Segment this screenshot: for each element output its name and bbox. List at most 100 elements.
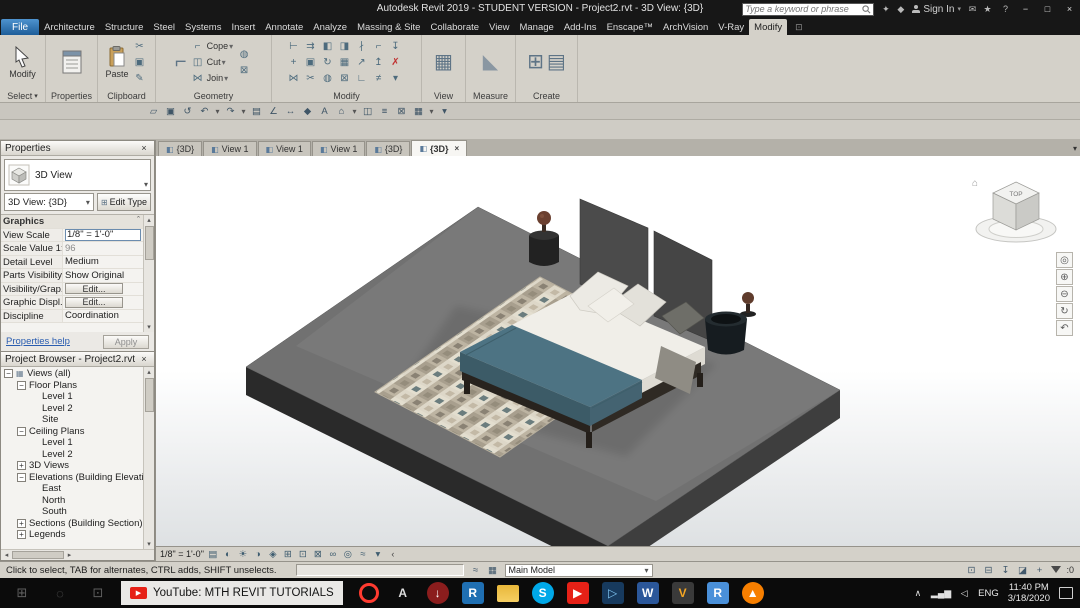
minimize-button[interactable]: −: [1017, 2, 1034, 16]
tag-by-category-icon[interactable]: ◆: [300, 104, 315, 118]
exchange-apps-icon[interactable]: ◆: [894, 3, 907, 16]
instance-selector[interactable]: 3D View: {3D} ▾: [4, 193, 94, 211]
redo-icon[interactable]: ↷: [223, 104, 238, 118]
side-vase[interactable]: [740, 292, 756, 317]
browser-scrollbar[interactable]: ▴ ▾: [143, 367, 154, 549]
pan-left-icon[interactable]: ‹: [387, 549, 399, 559]
downloader-icon[interactable]: ↓: [426, 582, 449, 604]
ribbon-tab-architecture[interactable]: Architecture: [39, 19, 100, 35]
skype-icon[interactable]: S: [531, 582, 554, 604]
word-icon[interactable]: W: [636, 582, 659, 604]
reveal-hidden-elements-icon[interactable]: ◎: [341, 548, 355, 561]
vlc-icon[interactable]: ▲: [741, 582, 764, 604]
navigation-wheel-icon[interactable]: ◎: [1056, 252, 1073, 268]
cut-to-clipboard-icon[interactable]: ✂: [132, 39, 148, 54]
open-icon[interactable]: ▱: [146, 104, 161, 118]
sun-path-icon[interactable]: ☀: [236, 548, 250, 561]
detail-level-icon[interactable]: ▤: [206, 548, 220, 561]
save-icon[interactable]: ▣: [163, 104, 178, 118]
opera-icon[interactable]: [358, 583, 379, 603]
tree-expander-icon[interactable]: +: [17, 518, 26, 528]
view-tools-icon[interactable]: ▦: [434, 51, 453, 73]
scroll-left-icon[interactable]: ◂: [1, 551, 12, 559]
create-similar-icon[interactable]: ▤: [547, 51, 566, 73]
redo-icon-caret[interactable]: ▾: [240, 104, 247, 118]
ribbon-tab-enscape[interactable]: Enscape™: [602, 19, 658, 35]
text-icon[interactable]: A: [317, 104, 332, 118]
taskbar-clock[interactable]: 11:40 PM 3/18/2020: [1008, 582, 1050, 604]
ribbon-tab-massing-site[interactable]: Massing & Site: [352, 19, 425, 35]
measure-icon[interactable]: ∠: [266, 104, 281, 118]
ribbon-tab-analyze[interactable]: Analyze: [308, 19, 352, 35]
tree-item-east-10[interactable]: East: [1, 483, 143, 495]
taskbar-window-button[interactable]: ▶ YouTube: MTH REVIT TUTORIALS: [121, 581, 343, 605]
zoom-out-icon[interactable]: ⊖: [1056, 286, 1073, 302]
worksharing-display-icon[interactable]: ≈: [356, 548, 370, 561]
scroll-down-icon[interactable]: ▾: [144, 539, 154, 549]
beam-coping-icon[interactable]: ≠: [371, 71, 387, 86]
youtube-icon[interactable]: ▶: [566, 582, 589, 604]
rotate-icon[interactable]: ↻: [320, 55, 336, 70]
volume-icon[interactable]: ◁: [959, 588, 969, 599]
vray-icon[interactable]: V: [671, 582, 694, 604]
paste-button[interactable]: Paste: [105, 45, 129, 79]
lock-3d-view-icon[interactable]: ⊠: [311, 548, 325, 561]
ribbon-tab-archvision[interactable]: ArchVision: [658, 19, 713, 35]
ribbon-tab-insert[interactable]: Insert: [226, 19, 260, 35]
scrollbar-thumb[interactable]: [144, 226, 154, 260]
properties-button[interactable]: [60, 49, 84, 75]
ribbon-tab-modify[interactable]: Modify: [749, 19, 788, 35]
aligned-dimension-icon[interactable]: ↔: [283, 104, 298, 118]
cope-button[interactable]: ⌐ Cope ▾: [190, 39, 233, 54]
array-icon[interactable]: ▦: [337, 55, 353, 70]
communication-center-icon[interactable]: ✉: [966, 3, 979, 16]
viewcube-top-label[interactable]: TOP: [1009, 191, 1022, 198]
cope-big-icon[interactable]: ⌐: [175, 51, 187, 73]
3d-scene[interactable]: [156, 156, 1080, 546]
project-browser-header[interactable]: Project Browser - Project2.rvt ×: [1, 352, 154, 367]
visual-style-icon[interactable]: ◐: [221, 548, 235, 561]
selection-filter-icon[interactable]: [1051, 565, 1062, 573]
tree-expander-icon[interactable]: −: [4, 369, 13, 379]
network-icon[interactable]: ▂▄▆: [931, 588, 951, 599]
view-cube[interactable]: ⌂ TOP: [968, 172, 1064, 250]
undo-icon[interactable]: ↶: [197, 104, 212, 118]
planter-pot[interactable]: [705, 311, 747, 355]
maximize-button[interactable]: □: [1039, 2, 1056, 16]
graphics-section-row[interactable]: Graphics ˆ: [1, 215, 143, 229]
switch-windows-icon[interactable]: ▦: [411, 104, 426, 118]
ribbon-tab-annotate[interactable]: Annotate: [260, 19, 308, 35]
tree-item-level-1-6[interactable]: Level 1: [1, 437, 143, 449]
undo-icon-caret[interactable]: ▾: [214, 104, 221, 118]
edit-type-button[interactable]: ⊞ Edit Type: [96, 193, 151, 211]
copy-to-clipboard-icon[interactable]: ▣: [132, 55, 148, 70]
trim-extend-icon[interactable]: ⌐: [371, 39, 387, 54]
shadows-icon[interactable]: ◑: [251, 548, 265, 561]
ribbon-tab-v-ray[interactable]: V-Ray: [713, 19, 749, 35]
orbit-icon[interactable]: ↻: [1056, 303, 1073, 319]
join-button-caret-icon[interactable]: ▾: [224, 74, 228, 83]
help-icon[interactable]: ?: [999, 3, 1012, 16]
move-icon[interactable]: +: [286, 55, 302, 70]
property-value[interactable]: Show Original: [63, 269, 143, 282]
property-value[interactable]: Edit...: [63, 283, 143, 296]
select-panel-label[interactable]: Select ▾: [0, 89, 45, 102]
create-group-icon[interactable]: ⊞: [527, 51, 544, 73]
render-icon[interactable]: ◈: [266, 548, 280, 561]
file-tab[interactable]: File: [1, 19, 40, 35]
edit-button[interactable]: Edit...: [65, 283, 123, 295]
tree-item-legends-14[interactable]: + Legends: [1, 529, 143, 541]
tree-item-3d-views-8[interactable]: +3D Views: [1, 460, 143, 472]
copy-icon[interactable]: ▣: [303, 55, 319, 70]
hscrollbar-thumb[interactable]: [12, 551, 64, 559]
default-3d-view-icon-caret[interactable]: ▾: [351, 104, 358, 118]
revit-icon[interactable]: R: [461, 582, 484, 604]
scroll-right-icon[interactable]: ▸: [64, 551, 75, 559]
switch-windows-icon-caret[interactable]: ▾: [428, 104, 435, 118]
viewcube-home-icon[interactable]: ⌂: [972, 178, 978, 189]
close-inactive-windows-icon[interactable]: ⊠: [394, 104, 409, 118]
unpin-icon[interactable]: ↥: [371, 55, 387, 70]
tree-expander-icon[interactable]: −: [17, 426, 26, 436]
property-value[interactable]: Medium: [63, 256, 143, 269]
ribbon-tab-structure[interactable]: Structure: [100, 19, 149, 35]
